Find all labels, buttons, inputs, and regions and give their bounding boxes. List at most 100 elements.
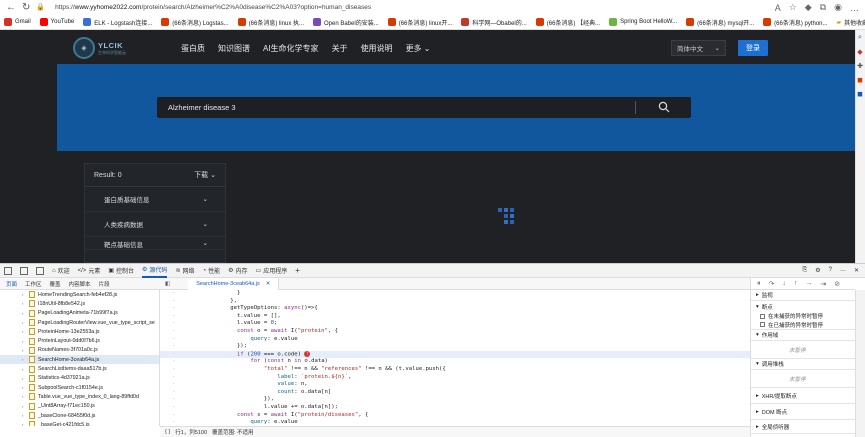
bookmark-item[interactable]: Open Babel的安装...	[313, 18, 379, 27]
url-field[interactable]: https://www.yyhome2022.com/protein/searc…	[55, 4, 371, 11]
gutter-marker[interactable]: -	[172, 305, 175, 313]
site-logo[interactable]: ◈ YLCIK 生命科学智能云	[73, 37, 163, 59]
bookmark-item[interactable]: (66条消息) linux 执...	[237, 18, 304, 27]
search-box[interactable]: Alzheimer disease 3	[157, 97, 691, 118]
no-exceptions-icon[interactable]: ⊘	[834, 280, 840, 288]
error-badge-icon[interactable]: !	[304, 350, 311, 357]
bookmark-item[interactable]: (66条消息) linux开...	[387, 18, 452, 27]
toggle-navigator-icon[interactable]: ◧	[165, 281, 170, 287]
gutter-marker[interactable]: -	[172, 358, 175, 366]
gutter-marker[interactable]: -	[172, 336, 175, 344]
gutter-marker[interactable]: -	[172, 374, 175, 382]
gutter-marker[interactable]: -	[172, 343, 175, 351]
file-tree-item[interactable]: ▪ Table.vue_vue_type_index_0_lang-89ffd0d	[0, 392, 159, 401]
close-icon[interactable]: ✕	[266, 281, 271, 287]
collections-icon[interactable]: ⧉	[820, 2, 826, 13]
file-tree-item[interactable]: ▪ Statistics-4d37921a.js	[0, 374, 159, 383]
code-line[interactable]: - if (200 === o.code) !	[160, 350, 750, 359]
inspect-icon[interactable]	[4, 266, 12, 275]
profile-icon[interactable]: ◉	[834, 2, 842, 13]
file-tree-item[interactable]: ▪ SubpoolSearch-c1f0154e.js	[0, 383, 159, 392]
section-breakpoints[interactable]: ▾ 断点	[751, 301, 855, 312]
more-icon[interactable]: …	[840, 267, 846, 274]
search-icon[interactable]: ⌕	[858, 34, 862, 42]
tab-sources[interactable]: ⚙ 源代码	[142, 263, 168, 278]
file-tree-item[interactable]: ▪ _Uint8Array-f71ec150.js	[0, 402, 159, 411]
close-icon[interactable]: ✕	[854, 267, 859, 274]
tab-application[interactable]: ▭ 应用程序	[256, 266, 288, 275]
code-line[interactable]: - query: e.value	[160, 419, 750, 426]
gutter-marker[interactable]: -	[172, 404, 175, 412]
code-line[interactable]: - l.value = 0;	[160, 320, 750, 328]
code-line[interactable]: - t.value = [],	[160, 313, 750, 321]
search-icon[interactable]	[658, 101, 670, 113]
more-icon[interactable]: …	[850, 3, 859, 13]
bookmark-item[interactable]: (66条消息) mysql开...	[686, 18, 754, 27]
code-editor[interactable]: - } - }, - getTypeOptions: async()=>{- t.v…	[160, 290, 750, 426]
add-tab-icon[interactable]: +	[295, 266, 300, 275]
file-tree-item[interactable]: ▪ SearchHome-3ceab64a.js	[0, 355, 159, 365]
code-line[interactable]: - },	[160, 298, 750, 306]
tab-elements[interactable]: </> 元素	[78, 266, 101, 276]
favorite-star-icon[interactable]: ☆	[789, 2, 797, 13]
section-global-listeners[interactable]: ▸ 全局侦听器	[751, 420, 855, 434]
tab-network[interactable]: ≋ 网络	[175, 266, 194, 275]
section-call-stack[interactable]: ▾ 调用堆栈	[751, 359, 855, 370]
file-tree-item[interactable]: ▪ I18nUtil-8fb8e542.js	[0, 299, 159, 308]
code-line[interactable]: - query: e.value	[160, 336, 750, 344]
gutter-marker[interactable]: -	[172, 313, 175, 321]
tab-content-scripts[interactable]: 内容脚本	[69, 280, 91, 288]
refresh-icon[interactable]: ↻	[22, 2, 30, 13]
tab-performance[interactable]: ◔ 性能	[202, 266, 220, 276]
tab-overrides[interactable]: 覆盖	[50, 280, 61, 288]
braces-icon[interactable]: { }	[165, 429, 170, 435]
bookmark-item[interactable]: (66条消息) 【经典...	[535, 18, 600, 27]
section-dom-breakpoints[interactable]: ▸ DOM 断点	[751, 404, 855, 420]
bookmark-item[interactable]: 科学网—Obabel的...	[461, 18, 527, 27]
office-icon[interactable]: ◼	[857, 76, 863, 84]
code-line[interactable]: - });	[160, 343, 750, 351]
section-xhr-breakpoints[interactable]: ▸ XHR/提取断点	[751, 388, 855, 404]
gutter-marker[interactable]: -	[172, 381, 175, 389]
step-out-icon[interactable]: ↑	[794, 280, 798, 287]
gutter-marker[interactable]: -	[172, 389, 175, 397]
gutter-marker[interactable]: -	[172, 419, 175, 426]
deactivate-breakpoints-icon[interactable]: ⇥	[820, 280, 826, 288]
menu-item-ai-expert[interactable]: AI生命化学专家	[263, 43, 319, 54]
filter-protein-basic[interactable]: 蛋白质基础信息 ⌄	[85, 187, 225, 212]
code-line[interactable]: - }),	[160, 396, 750, 404]
code-line[interactable]: - "total" !== n && "references" !== n &&…	[160, 366, 750, 374]
tools-icon[interactable]: ✚	[857, 62, 863, 70]
feedback-icon[interactable]: ⎘	[802, 267, 807, 274]
filter-target-basic[interactable]: 靶点基础信息 ⌄	[85, 237, 225, 250]
code-line[interactable]: - getTypeOptions: async()=>{	[160, 305, 750, 313]
code-line[interactable]: - count: o.data[n]	[160, 389, 750, 397]
menu-item-knowledge-graph[interactable]: 知识图谱	[218, 43, 250, 54]
gutter-marker[interactable]: -	[172, 320, 175, 328]
file-tree-item[interactable]: ▪ ProteinHome-13e2553a.js	[0, 327, 159, 336]
settings-icon[interactable]: ⚙	[815, 267, 820, 274]
pause-caught-checkbox[interactable]: 在已捕获的异常时暂停	[751, 320, 855, 330]
menu-item-protein[interactable]: 蛋白质	[181, 43, 205, 54]
pause-uncaught-checkbox[interactable]: 在未捕获的异常时暂停	[751, 312, 855, 320]
download-button[interactable]: 下载 ⌄	[194, 170, 216, 180]
debugger-scrollbar[interactable]	[855, 290, 865, 437]
menu-item-more[interactable]: 更多 ⌄	[406, 43, 431, 54]
code-line[interactable]: - value: n,	[160, 381, 750, 389]
gutter-marker[interactable]: -	[172, 290, 175, 298]
filter-human-disease[interactable]: 人类疾病数据 ⌄	[85, 212, 225, 237]
search-input[interactable]: Alzheimer disease 3	[168, 103, 236, 112]
step-into-icon[interactable]: ↓	[782, 280, 786, 287]
tab-welcome[interactable]: ⌂ 欢迎	[52, 266, 70, 276]
file-tree-item[interactable]: ▪ HomeTrendingSearch-feb4ef28.js	[0, 290, 159, 299]
step-over-icon[interactable]: ↷	[769, 280, 775, 288]
code-line[interactable]: - const o = await I("protein", {	[160, 328, 750, 336]
file-tree-item[interactable]: ▪ _baseGet-c421fdc5.js	[0, 420, 159, 426]
tab-memory[interactable]: ⚙ 内存	[228, 266, 247, 275]
other-favorites[interactable]: ▰其他收藏夹	[837, 18, 865, 27]
checkbox-box[interactable]	[760, 322, 765, 327]
file-tree-item[interactable]: ▪ ProteinLayout-0dd0f7b6.js	[0, 336, 159, 345]
language-select[interactable]: 简体中文 ⌄	[671, 40, 726, 56]
file-tree-item[interactable]: ▪ PageLoadingRouterView.vue_vue_type_scri…	[0, 318, 159, 327]
back-icon[interactable]: ←	[6, 2, 16, 13]
